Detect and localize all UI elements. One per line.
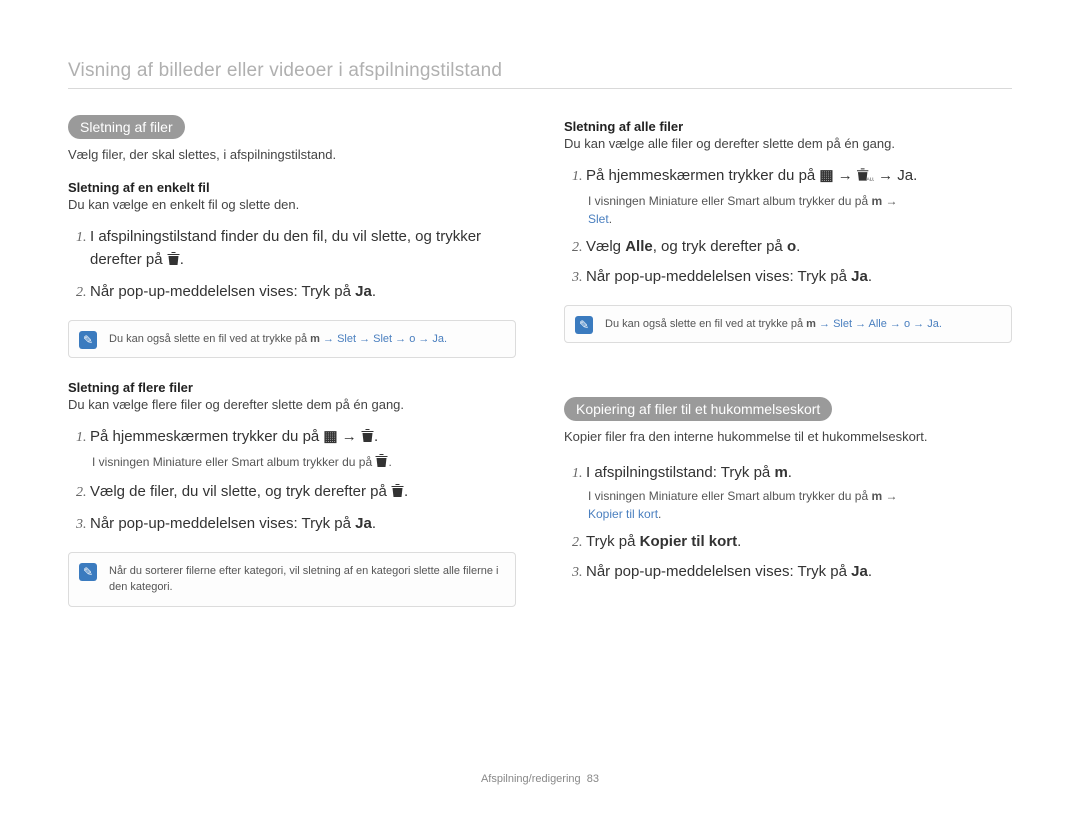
step: Når pop-up-meddelelsen vises: Tryk på Ja… xyxy=(90,281,516,304)
note-flow: → Slet → Slet → o → Ja. xyxy=(320,333,447,345)
step: Vælg Alle, og tryk derefter på o. xyxy=(586,236,1012,259)
steps-delete-all: På hjemmeskærmen trykker du på ▦ → ALL →… xyxy=(564,165,1012,289)
right-column: Sletning af alle ﬁler Du kan vælge alle … xyxy=(564,115,1012,757)
trash-icon xyxy=(375,454,388,473)
subhead-delete-single: Sletning af en enkelt ﬁl xyxy=(68,180,516,195)
steps-delete-single: I afspilningstilstand ﬁnder du den ﬁl, d… xyxy=(68,226,516,304)
step: Når pop-up-meddelelsen vises: Tryk på Ja… xyxy=(586,266,1012,289)
note-box: ✎ Når du sorterer ﬁlerne efter kategori,… xyxy=(68,552,516,607)
substep-text: I visningen Miniature eller Smart album … xyxy=(92,455,375,469)
step-text: Vælg xyxy=(586,238,625,255)
note-text: Når du sorterer ﬁlerne efter kategori, v… xyxy=(109,565,498,594)
note-text: Du kan også slette en ﬁl ved at trykke p… xyxy=(109,333,310,345)
arrow-icon: → xyxy=(885,489,897,503)
step-text: På hjemmeskærmen trykker du på xyxy=(586,167,819,184)
section-intro: Vælg ﬁler, der skal slettes, i afspilnin… xyxy=(68,147,516,162)
step-text: Vælg de ﬁler, du vil slette, og tryk der… xyxy=(90,483,391,500)
substep-key: m xyxy=(871,194,882,208)
substep-text: I visningen Miniature eller Smart album … xyxy=(588,489,871,503)
step-bold: Kopier til kort xyxy=(640,533,738,550)
step-bold: Ja xyxy=(851,563,868,580)
step: I afspilningstilstand: Tryk på m. I visn… xyxy=(586,462,1012,523)
step-text: I afspilningstilstand ﬁnder du den ﬁl, d… xyxy=(90,228,481,268)
arrow-icon: → xyxy=(885,194,897,208)
step: I afspilningstilstand ﬁnder du den ﬁl, d… xyxy=(90,226,516,273)
step: Tryk på Kopier til kort. xyxy=(586,531,1012,554)
substep: I visningen Miniature eller Smart album … xyxy=(588,487,1012,523)
step-text: På hjemmeskærmen trykker du på xyxy=(90,428,323,445)
step: Når pop-up-meddelelsen vises: Tryk på Ja… xyxy=(586,561,1012,584)
trash-icon xyxy=(361,428,374,451)
steps-delete-multiple: På hjemmeskærmen trykker du på ▦ → . I v… xyxy=(68,426,516,536)
step: Vælg de ﬁler, du vil slette, og tryk der… xyxy=(90,481,516,506)
arrow-icon: → xyxy=(838,167,857,184)
substep: I visningen Miniature eller Smart album … xyxy=(92,453,516,473)
step-bold: m xyxy=(774,464,787,481)
subdesc-delete-single: Du kan vælge en enkelt ﬁl og slette den. xyxy=(68,197,516,212)
note-icon: ✎ xyxy=(79,563,97,581)
step: På hjemmeskærmen trykker du på ▦ → . I v… xyxy=(90,426,516,473)
trash-icon xyxy=(391,483,404,506)
substep: I visningen Miniature eller Smart album … xyxy=(588,192,1012,228)
subhead-delete-multiple: Sletning af ﬂere ﬁler xyxy=(68,380,516,395)
note-icon: ✎ xyxy=(575,316,593,334)
step-bold: Alle xyxy=(625,238,653,255)
step-text: Tryk på xyxy=(586,533,640,550)
substep-text: I visningen Miniature eller Smart album … xyxy=(588,194,871,208)
step-bold: Ja xyxy=(851,268,868,285)
section-intro: Kopier ﬁler fra den interne hukommelse t… xyxy=(564,429,1012,444)
step-text: Når pop-up-meddelelsen vises: Tryk på xyxy=(586,563,851,580)
section-pill-copy-to-card: Kopiering af ﬁler til et hukommelseskort xyxy=(564,397,832,421)
page-footer: Afspilning/redigering 83 xyxy=(68,757,1012,785)
substep-link: Kopier til kort xyxy=(588,507,658,521)
footer-page-number: 83 xyxy=(587,773,599,785)
subdesc-delete-multiple: Du kan vælge ﬂere ﬁler og derefter slett… xyxy=(68,397,516,412)
steps-copy-to-card: I afspilningstilstand: Tryk på m. I visn… xyxy=(564,462,1012,584)
footer-section: Afspilning/redigering xyxy=(481,773,581,785)
subhead-delete-all: Sletning af alle ﬁler xyxy=(564,119,1012,134)
note-box: ✎ Du kan også slette en ﬁl ved at trykke… xyxy=(564,305,1012,344)
step-text: Når pop-up-meddelelsen vises: Tryk på xyxy=(90,283,355,300)
step-bold: Ja xyxy=(355,283,372,300)
subdesc-delete-all: Du kan vælge alle ﬁler og derefter slett… xyxy=(564,136,1012,151)
note-flow: → Slet → Alle → o → Ja. xyxy=(816,318,942,330)
note-box: ✎ Du kan også slette en ﬁl ved at trykke… xyxy=(68,320,516,359)
substep-link: Slet xyxy=(588,212,609,226)
trash-icon xyxy=(167,251,180,274)
left-column: Sletning af ﬁler Vælg ﬁler, der skal sle… xyxy=(68,115,516,757)
step-bold: Ja xyxy=(355,515,372,532)
home-tile-icon: ▦ xyxy=(323,428,337,445)
step-text: I afspilningstilstand: Tryk på xyxy=(586,464,774,481)
step-text: , og tryk derefter på xyxy=(653,238,787,255)
step-text: Når pop-up-meddelelsen vises: Tryk på xyxy=(90,515,355,532)
step-tail: → Ja. xyxy=(878,167,917,184)
substep-key: m xyxy=(871,489,882,503)
step-bold: o xyxy=(787,238,796,255)
step: På hjemmeskærmen trykker du på ▦ → ALL →… xyxy=(586,165,1012,228)
period: . xyxy=(372,283,376,300)
note-text: Du kan også slette en ﬁl ved at trykke p… xyxy=(605,318,806,330)
note-icon: ✎ xyxy=(79,331,97,349)
svg-text:ALL: ALL xyxy=(866,177,874,182)
home-tile-icon: ▦ xyxy=(819,167,833,184)
note-key: m xyxy=(806,318,816,330)
section-pill-delete-files: Sletning af ﬁler xyxy=(68,115,185,139)
step: Når pop-up-meddelelsen vises: Tryk på Ja… xyxy=(90,513,516,536)
note-key: m xyxy=(310,333,320,345)
step-text: Når pop-up-meddelelsen vises: Tryk på xyxy=(586,268,851,285)
page-title: Visning af billeder eller videoer i afsp… xyxy=(68,60,1012,89)
trash-all-icon: ALL xyxy=(857,167,874,190)
arrow-icon: → xyxy=(342,428,361,445)
